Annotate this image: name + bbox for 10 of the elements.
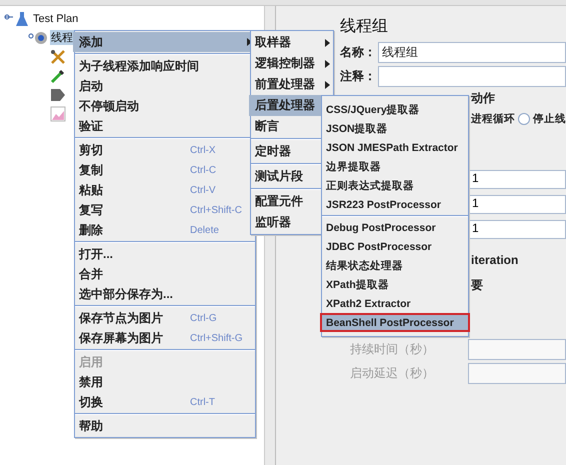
field-label: 持续时间（秒）: [350, 340, 435, 358]
option-text: iteration: [471, 253, 518, 267]
field-label: 名称：: [340, 44, 377, 60]
option-text: 进程循环: [471, 112, 515, 126]
radio-label: 停止线: [533, 112, 566, 126]
group-title: 动作: [471, 90, 495, 106]
field-label: 启动延迟（秒）: [350, 364, 435, 382]
panel-title: 线程组: [340, 16, 389, 36]
option-text: 要: [471, 276, 483, 294]
field-label: 注释：: [340, 68, 377, 84]
